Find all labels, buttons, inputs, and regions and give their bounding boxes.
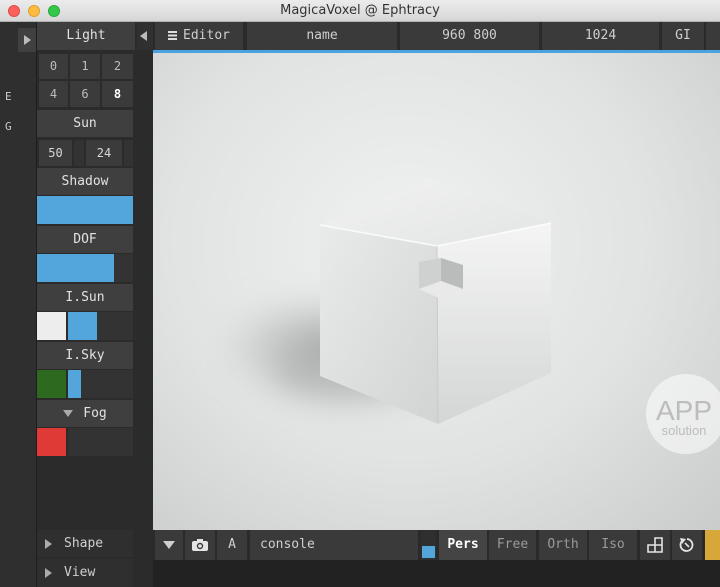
isun-intensity-fill [68,312,98,340]
watermark-line1: APP [656,395,712,426]
preset-1-button[interactable]: 1 [70,54,100,79]
isun-color-swatch[interactable] [37,312,66,340]
preset-2-button[interactable]: 2 [102,54,133,79]
isky-header: I.Sky [37,342,133,369]
ambient-toggle-button[interactable]: A [217,530,247,560]
render-top-bar: Editor name 960 800 1024 GI [137,22,720,50]
sun-header: Sun [37,110,133,137]
reset-view-button[interactable] [672,530,702,560]
isky-intensity-slider[interactable] [68,370,133,398]
shape-section-toggle[interactable]: Shape [37,530,133,557]
screenshot-button[interactable] [185,530,215,560]
light-panel-title: Light [37,22,135,50]
rotate-reset-icon [679,537,694,552]
rendered-scene: APP solution [208,178,720,454]
bottom-status-strip [153,560,720,587]
dof-header: DOF [37,226,133,253]
isky-intensity-fill [68,370,81,398]
sample-count-field[interactable]: 1024 [542,22,659,50]
dof-slider[interactable] [37,254,133,282]
title-bar: MagicaVoxel @ Ephtracy [0,0,720,22]
shadow-header: Shadow [37,168,133,195]
watermark-line2: solution [662,423,707,438]
accent-corner-button[interactable] [705,530,720,560]
grid-toggle-button[interactable] [640,530,670,560]
editor-label: Editor [183,28,230,43]
preset-6-button[interactable]: 6 [70,81,100,107]
light-panel: Light 0 1 2 4 6 8 Sun 50 24 Shadow DOF I… [37,22,153,587]
viewport-bottom-bar: A console Pers Free Orth Iso [153,530,720,560]
menu-icon [168,31,178,40]
cube-right-face [437,223,551,424]
mode-free-button[interactable]: Free [489,530,536,560]
shadow-slider-fill [37,196,133,224]
isun-header: I.Sun [37,284,133,311]
isun-intensity-slider[interactable] [68,312,133,340]
mode-orth-button[interactable]: Orth [539,530,587,560]
window-title: MagicaVoxel @ Ephtracy [280,3,440,18]
collapse-panel-arrow-icon[interactable] [137,22,153,50]
options-dropdown-button[interactable] [155,530,183,560]
preset-8-button[interactable]: 8 [102,81,133,107]
expand-arrow-icon [45,538,52,549]
sun-angle-a-slider[interactable] [74,140,84,166]
isky-color-swatch[interactable] [37,370,66,398]
render-name-field[interactable]: name [247,22,397,50]
collapse-arrow-icon [63,410,74,417]
sun-angle-a-field[interactable]: 50 [39,140,72,166]
sun-angle-b-slider[interactable] [124,140,133,166]
expand-panel-arrow-icon[interactable] [18,28,36,52]
fog-density-slider[interactable] [68,428,133,456]
dof-slider-fill [37,254,114,282]
dropdown-arrow-icon [163,540,175,549]
mode-pers-button[interactable]: Pers [439,530,487,560]
camera-icon [192,538,208,551]
grid-icon [647,536,663,553]
preset-4-button[interactable]: 4 [39,81,68,107]
console-indicator [421,530,436,560]
left-tool-strip: E G [0,22,37,587]
shadow-slider[interactable] [37,196,133,224]
topbar-extra-button[interactable] [706,22,720,50]
mode-iso-button[interactable]: Iso [589,530,637,560]
shape-section-label: Shape [64,536,104,551]
render-viewport[interactable]: APP solution [153,53,720,530]
view-section-label: View [64,565,96,580]
sun-angle-b-field[interactable]: 24 [86,140,122,166]
strip-tab-g[interactable]: G [5,120,12,133]
console-field[interactable]: console [250,530,418,560]
fog-toggle[interactable]: Fog [37,400,133,427]
fog-label: Fog [83,406,107,421]
view-section-toggle[interactable]: View [37,559,133,587]
resolution-field[interactable]: 960 800 [400,22,539,50]
strip-tab-e[interactable]: E [5,90,12,103]
fog-color-swatch[interactable] [37,428,66,456]
gi-toggle-button[interactable]: GI [662,22,704,50]
preset-0-button[interactable]: 0 [39,54,68,79]
editor-menu-button[interactable]: Editor [155,22,243,50]
expand-arrow-icon [45,567,52,578]
